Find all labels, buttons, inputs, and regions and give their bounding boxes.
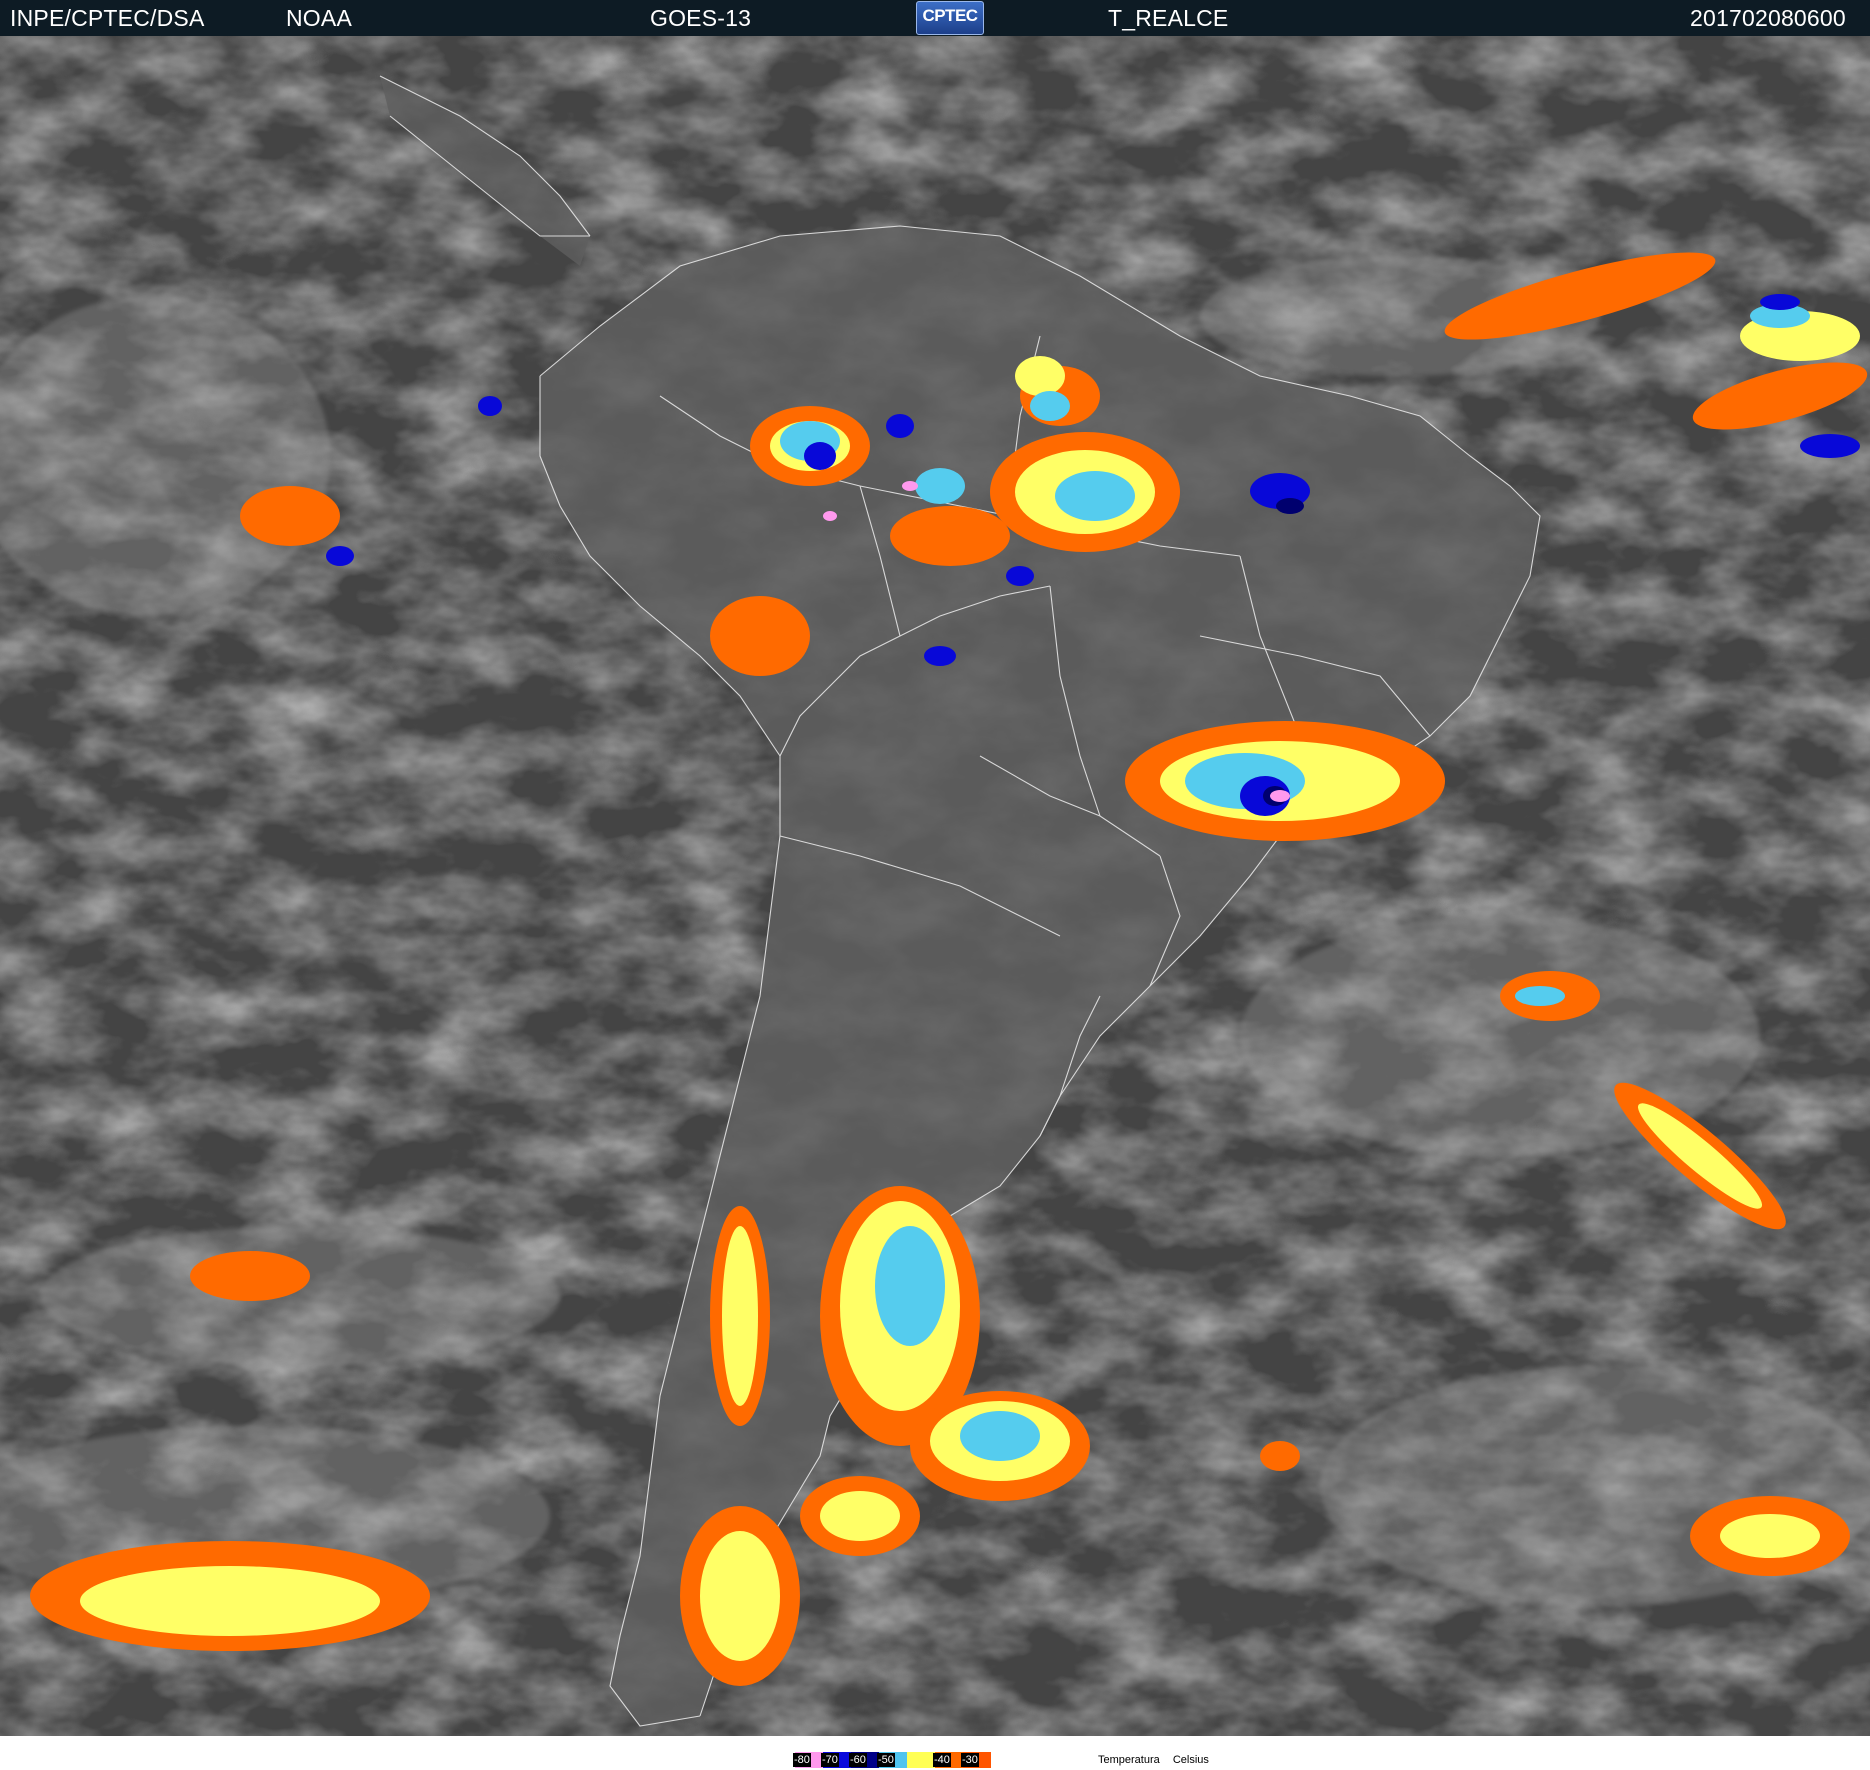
satellite-image xyxy=(0,36,1870,1736)
legend-title: Temperatura xyxy=(1098,1754,1160,1766)
legend-tick-label: -60 xyxy=(849,1753,867,1767)
agency-label: NOAA xyxy=(286,5,352,31)
legend-swatch: -60 xyxy=(849,1752,879,1768)
legend-swatch: -50 xyxy=(877,1752,907,1768)
legend-unit: Celsius xyxy=(1172,1754,1209,1766)
legend-tick-label: -50 xyxy=(877,1753,895,1767)
legend-swatch: -80 xyxy=(793,1752,823,1768)
legend-tick-label: -30 xyxy=(961,1753,979,1767)
legend-swatch: -30 xyxy=(961,1752,991,1768)
legend-tick-label: -70 xyxy=(821,1753,839,1767)
legend-swatch: -70 xyxy=(821,1752,851,1768)
legend-tick-label: -40 xyxy=(933,1753,951,1767)
header-bar: INPE/CPTEC/DSA NOAA GOES-13 CPTEC T_REAL… xyxy=(0,0,1870,36)
timestamp-label: 201702080600 xyxy=(1690,5,1846,31)
organization-label: INPE/CPTEC/DSA xyxy=(10,5,205,31)
legend-swatch xyxy=(907,1752,935,1768)
legend-swatch: -40 xyxy=(933,1752,963,1768)
satellite-label: GOES-13 xyxy=(650,5,752,31)
legend-tick-label: -80 xyxy=(793,1753,811,1767)
legend-caption: Temperatura Celsius xyxy=(1098,1754,1219,1766)
logo-text: CPTEC xyxy=(922,6,978,25)
temperature-scale: -80 -70 -60 -50 -40 -30 xyxy=(793,1752,991,1768)
cptec-logo: CPTEC xyxy=(916,1,984,35)
product-label: T_REALCE xyxy=(1108,5,1229,31)
